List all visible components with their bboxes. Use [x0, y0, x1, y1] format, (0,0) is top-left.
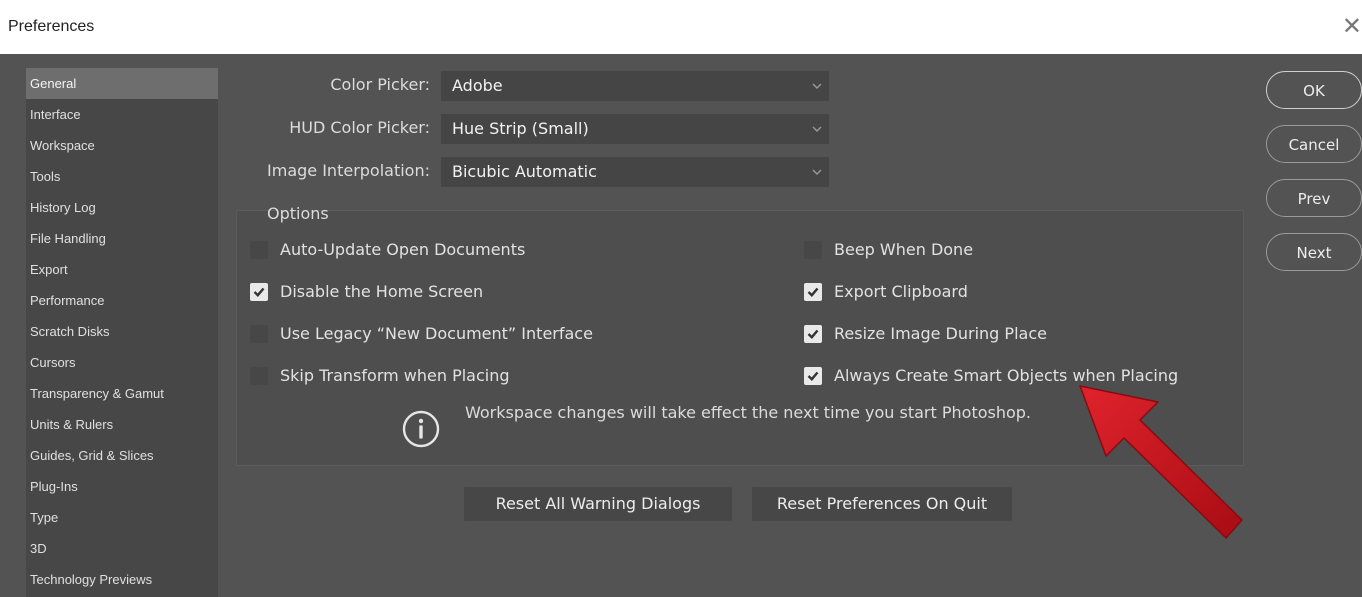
sidebar: General Interface Workspace Tools Histor… — [26, 68, 218, 597]
sidebar-item-cursors[interactable]: Cursors — [26, 347, 218, 378]
checkbox-box — [804, 324, 822, 343]
checkbox-label: Resize Image During Place — [834, 324, 1047, 343]
cancel-button[interactable]: Cancel — [1266, 125, 1362, 163]
use-legacy-new-document-checkbox[interactable]: Use Legacy “New Document” Interface — [250, 324, 593, 343]
sidebar-item-workspace[interactable]: Workspace — [26, 130, 218, 161]
info-message: Workspace changes will take effect the n… — [465, 403, 1032, 422]
sidebar-item-interface[interactable]: Interface — [26, 99, 218, 130]
title-bar: Preferences ✕ — [0, 0, 1362, 54]
hud-color-picker-select[interactable]: Hue Strip (Small) — [441, 114, 829, 144]
window-title: Preferences — [8, 18, 95, 35]
export-clipboard-checkbox[interactable]: Export Clipboard — [804, 282, 968, 301]
beep-when-done-checkbox[interactable]: Beep When Done — [804, 240, 973, 259]
checkmark-icon — [807, 287, 819, 297]
checkbox-box — [250, 282, 268, 301]
color-picker-select[interactable]: Adobe — [441, 71, 829, 101]
sidebar-item-type[interactable]: Type — [26, 502, 218, 533]
close-icon[interactable]: ✕ — [1342, 14, 1362, 38]
checkbox-box — [250, 324, 268, 343]
checkbox-label: Beep When Done — [834, 240, 974, 259]
sidebar-item-general[interactable]: General — [26, 68, 218, 99]
options-title: Options — [267, 204, 329, 223]
image-interpolation-select[interactable]: Bicubic Automatic — [441, 157, 829, 187]
sidebar-item-3d[interactable]: 3D — [26, 533, 218, 564]
ok-button[interactable]: OK — [1266, 71, 1362, 109]
chevron-down-icon — [812, 169, 822, 175]
chevron-down-icon — [812, 83, 822, 89]
checkbox-box — [250, 366, 268, 385]
checkmark-icon — [807, 371, 819, 381]
checkmark-icon — [253, 287, 265, 297]
sidebar-item-technology-previews[interactable]: Technology Previews — [26, 564, 218, 595]
checkbox-box — [250, 240, 268, 259]
prev-button[interactable]: Prev — [1266, 179, 1362, 217]
checkbox-label: Export Clipboard — [834, 282, 968, 301]
reset-all-warning-dialogs-button[interactable]: Reset All Warning Dialogs — [464, 487, 732, 521]
auto-update-open-documents-checkbox[interactable]: Auto-Update Open Documents — [250, 240, 525, 259]
checkbox-label: Skip Transform when Placing — [280, 366, 510, 385]
checkbox-label: Disable the Home Screen — [280, 282, 484, 301]
disable-home-screen-checkbox[interactable]: Disable the Home Screen — [250, 282, 483, 301]
hud-color-picker-label: HUD Color Picker: — [289, 118, 430, 137]
reset-preferences-on-quit-button[interactable]: Reset Preferences On Quit — [752, 487, 1012, 521]
color-picker-value: Adobe — [452, 76, 503, 95]
chevron-down-icon — [812, 126, 822, 132]
annotation-arrow-icon — [1079, 385, 1243, 539]
sidebar-item-history-log[interactable]: History Log — [26, 192, 218, 223]
hud-color-picker-value: Hue Strip (Small) — [452, 119, 589, 138]
sidebar-item-transparency-gamut[interactable]: Transparency & Gamut — [26, 378, 218, 409]
sidebar-item-scratch-disks[interactable]: Scratch Disks — [26, 316, 218, 347]
sidebar-item-tools[interactable]: Tools — [26, 161, 218, 192]
color-picker-label: Color Picker: — [330, 75, 430, 94]
info-icon — [402, 410, 440, 448]
image-interpolation-value: Bicubic Automatic — [452, 162, 597, 181]
resize-image-during-place-checkbox[interactable]: Resize Image During Place — [804, 324, 1047, 343]
sidebar-item-plug-ins[interactable]: Plug-Ins — [26, 471, 218, 502]
checkbox-label: Use Legacy “New Document” Interface — [280, 324, 593, 343]
checkmark-icon — [807, 329, 819, 339]
sidebar-item-export[interactable]: Export — [26, 254, 218, 285]
checkbox-box — [804, 282, 822, 301]
checkbox-box — [804, 240, 822, 259]
sidebar-item-file-handling[interactable]: File Handling — [26, 223, 218, 254]
checkbox-box — [804, 366, 822, 385]
sidebar-item-units-rulers[interactable]: Units & Rulers — [26, 409, 218, 440]
skip-transform-when-placing-checkbox[interactable]: Skip Transform when Placing — [250, 366, 510, 385]
next-button[interactable]: Next — [1266, 233, 1362, 271]
sidebar-item-performance[interactable]: Performance — [26, 285, 218, 316]
checkbox-label: Auto-Update Open Documents — [280, 240, 526, 259]
sidebar-item-guides-grid-slices[interactable]: Guides, Grid & Slices — [26, 440, 218, 471]
image-interpolation-label: Image Interpolation: — [267, 161, 430, 180]
